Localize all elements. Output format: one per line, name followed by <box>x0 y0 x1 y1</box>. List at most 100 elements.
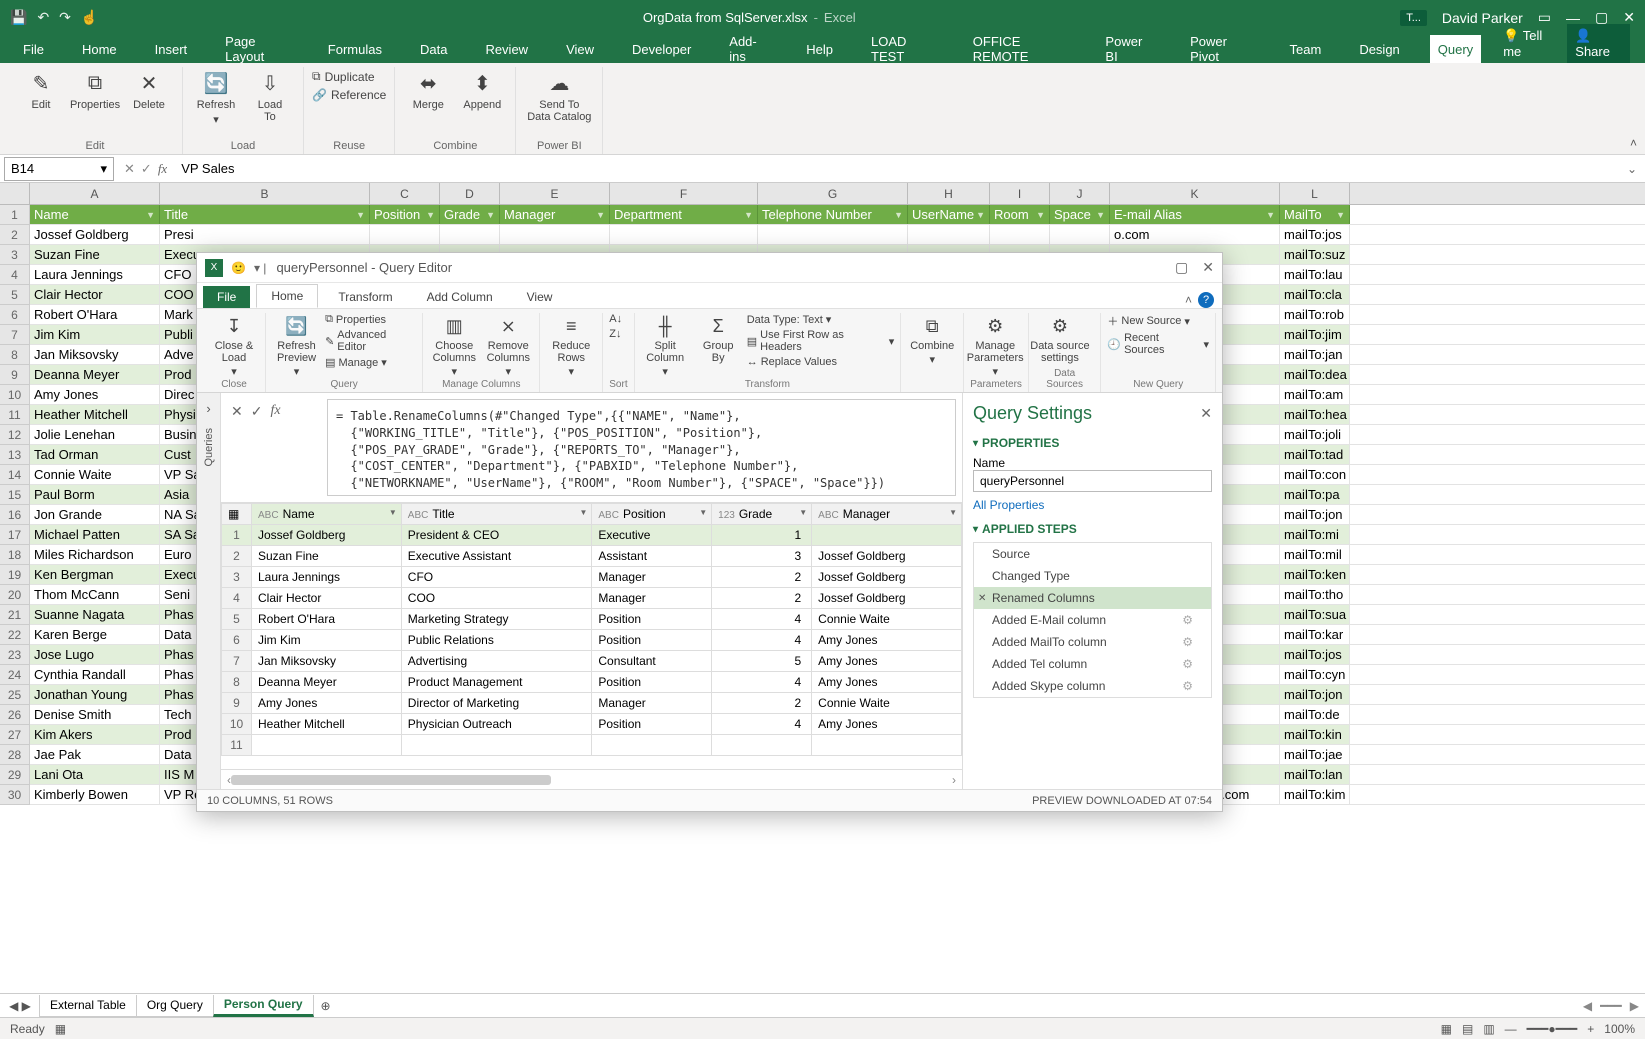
macro-record-icon[interactable]: ▦ <box>55 1022 66 1036</box>
ribbon-tab-home[interactable]: Home <box>74 35 125 63</box>
qe-tab-view[interactable]: View <box>513 286 567 308</box>
table-header[interactable]: Title▼ <box>160 205 370 224</box>
qe-cell[interactable]: Amy Jones <box>252 693 402 714</box>
reference-button[interactable]: 🔗Reference <box>312 88 386 102</box>
table-header[interactable]: Space▼ <box>1050 205 1110 224</box>
ribbon-tab-office-remote[interactable]: OFFICE REMOTE <box>965 35 1076 63</box>
qe-cell[interactable]: Amy Jones <box>812 630 962 651</box>
qe-properties-button[interactable]: ⧉Properties <box>325 313 416 326</box>
qe-tab-add-column[interactable]: Add Column <box>413 286 507 308</box>
table-header[interactable]: Position▼ <box>370 205 440 224</box>
qe-step[interactable]: Added MailTo column⚙ <box>974 631 1211 653</box>
sheet-tab-person-query[interactable]: Person Query <box>213 995 314 1017</box>
qe-cell[interactable]: Heather Mitchell <box>252 714 402 735</box>
table-header[interactable]: Name▼ <box>30 205 160 224</box>
qe-cell[interactable]: President & CEO <box>401 525 592 546</box>
qe-cell[interactable]: Robert O'Hara <box>252 609 402 630</box>
table-header[interactable]: MailTo▼ <box>1280 205 1350 224</box>
qe-cell[interactable] <box>812 525 962 546</box>
qe-step[interactable]: Added E-Mail column⚙ <box>974 609 1211 631</box>
qe-column-header[interactable]: ABCPosition▼ <box>592 504 712 525</box>
zoom-level[interactable]: 100% <box>1604 1022 1635 1036</box>
qe-cell[interactable]: Advertising <box>401 651 592 672</box>
qe-cell[interactable]: 5 <box>712 651 812 672</box>
qe-tab-transform[interactable]: Transform <box>324 286 406 308</box>
qe-cell[interactable]: Position <box>592 672 712 693</box>
qe-cell[interactable]: Connie Waite <box>812 609 962 630</box>
qe-cell[interactable]: Manager <box>592 588 712 609</box>
qe-cell[interactable]: Assistant <box>592 546 712 567</box>
qe-cell[interactable]: Jossef Goldberg <box>252 525 402 546</box>
qe-reduce-rows-button[interactable]: ≡Reduce Rows▾ <box>546 313 596 378</box>
qe-choose-columns-button[interactable]: ▥Choose Columns▾ <box>429 313 479 378</box>
qe-remove-columns-button[interactable]: ⨯Remove Columns▾ <box>483 313 533 378</box>
qe-sort-asc-button[interactable]: A↓ <box>609 313 622 325</box>
collapse-ribbon-icon[interactable]: ˄ <box>1630 136 1637 150</box>
table-header[interactable]: Room▼ <box>990 205 1050 224</box>
qe-cell[interactable]: Amy Jones <box>812 651 962 672</box>
qe-queries-rail[interactable]: › Queries <box>197 393 221 789</box>
qe-cell[interactable]: Jim Kim <box>252 630 402 651</box>
fx-icon[interactable]: fx <box>158 161 167 177</box>
qe-preview-table[interactable]: ▦ABCName▼ABCTitle▼ABCPosition▼123Grade▼A… <box>221 503 962 769</box>
hscroll-left-icon[interactable]: ◀ <box>1583 999 1592 1013</box>
qe-step[interactable]: Source <box>974 543 1211 565</box>
row-headers[interactable]: 1234567891011121314151617181920212223242… <box>0 205 30 805</box>
qe-use-first-row-button[interactable]: ▤Use First Row as Headers▾ <box>747 329 894 353</box>
qe-sort-desc-button[interactable]: Z↓ <box>609 328 622 340</box>
qe-cell[interactable]: Deanna Meyer <box>252 672 402 693</box>
view-pagebreak-icon[interactable]: ▥ <box>1483 1022 1494 1036</box>
qe-tab-home[interactable]: Home <box>256 284 318 308</box>
share-button[interactable]: 👤 Share <box>1567 24 1630 63</box>
ribbon-tab-insert[interactable]: Insert <box>147 35 196 63</box>
undo-icon[interactable]: ↶ <box>37 9 49 26</box>
formula-input[interactable]: VP Sales <box>173 161 1619 176</box>
qe-cell[interactable]: Executive Assistant <box>401 546 592 567</box>
qe-step[interactable]: Added Tel column⚙ <box>974 653 1211 675</box>
qe-cell[interactable]: 2 <box>712 588 812 609</box>
column-headers[interactable]: A B C D E F G H I J K L <box>0 183 1645 205</box>
sheet-tab-org-query[interactable]: Org Query <box>136 995 214 1017</box>
qe-manage-parameters-button[interactable]: ⚙Manage Parameters▾ <box>970 313 1020 378</box>
merge-button[interactable]: ⬌Merge <box>403 69 453 111</box>
qe-cell[interactable]: Amy Jones <box>812 714 962 735</box>
ribbon-tab-design[interactable]: Design <box>1351 35 1407 63</box>
table-header[interactable]: Telephone Number▼ <box>758 205 908 224</box>
qe-step[interactable]: Added Skype column⚙ <box>974 675 1211 697</box>
cancel-icon[interactable]: ✕ <box>124 161 135 177</box>
qe-cell[interactable]: Suzan Fine <box>252 546 402 567</box>
qe-cell[interactable]: 4 <box>712 609 812 630</box>
append-button[interactable]: ⬍Append <box>457 69 507 111</box>
qe-recent-sources-button[interactable]: 🕘Recent Sources▾ <box>1107 332 1209 356</box>
qe-data-source-settings-button[interactable]: ⚙Data source settings <box>1035 313 1085 364</box>
qe-settings-close-icon[interactable]: ✕ <box>1200 405 1212 422</box>
qe-applied-steps-section[interactable]: APPLIED STEPS <box>973 522 1212 536</box>
qe-all-properties-link[interactable]: All Properties <box>973 498 1212 512</box>
qe-cell[interactable]: Position <box>592 609 712 630</box>
qe-cell[interactable]: Amy Jones <box>812 672 962 693</box>
chevron-right-icon[interactable]: › <box>206 401 210 416</box>
refresh-button[interactable]: 🔄Refresh▾ <box>191 69 241 126</box>
qe-name-input[interactable] <box>973 470 1212 492</box>
load-to-button[interactable]: ⇩Load To <box>245 69 295 123</box>
qe-cell[interactable]: Clair Hector <box>252 588 402 609</box>
qe-minimize-icon[interactable]: ▢ <box>1175 259 1188 276</box>
add-sheet-button[interactable]: ⊕ <box>314 999 338 1013</box>
qe-step[interactable]: Changed Type <box>974 565 1211 587</box>
qe-cell[interactable]: 4 <box>712 630 812 651</box>
ribbon-tab-data[interactable]: Data <box>412 35 455 63</box>
ribbon-tab-load-test[interactable]: LOAD TEST <box>863 35 943 63</box>
qe-group-by-button[interactable]: ΣGroup By <box>694 313 743 364</box>
qe-cell[interactable]: Director of Marketing <box>401 693 592 714</box>
qe-tab-file[interactable]: File <box>203 286 250 308</box>
sheet-tab-external-table[interactable]: External Table <box>39 995 137 1017</box>
qe-cell[interactable]: Connie Waite <box>812 693 962 714</box>
gear-icon[interactable]: ⚙ <box>1182 613 1193 627</box>
qe-properties-section[interactable]: PROPERTIES <box>973 436 1212 450</box>
qe-cell[interactable]: Manager <box>592 567 712 588</box>
qe-cell[interactable]: Jossef Goldberg <box>812 588 962 609</box>
zoom-in-icon[interactable]: + <box>1587 1022 1594 1036</box>
qe-column-header[interactable]: 123Grade▼ <box>712 504 812 525</box>
qe-cell[interactable]: Consultant <box>592 651 712 672</box>
qe-cell[interactable]: Jossef Goldberg <box>812 546 962 567</box>
